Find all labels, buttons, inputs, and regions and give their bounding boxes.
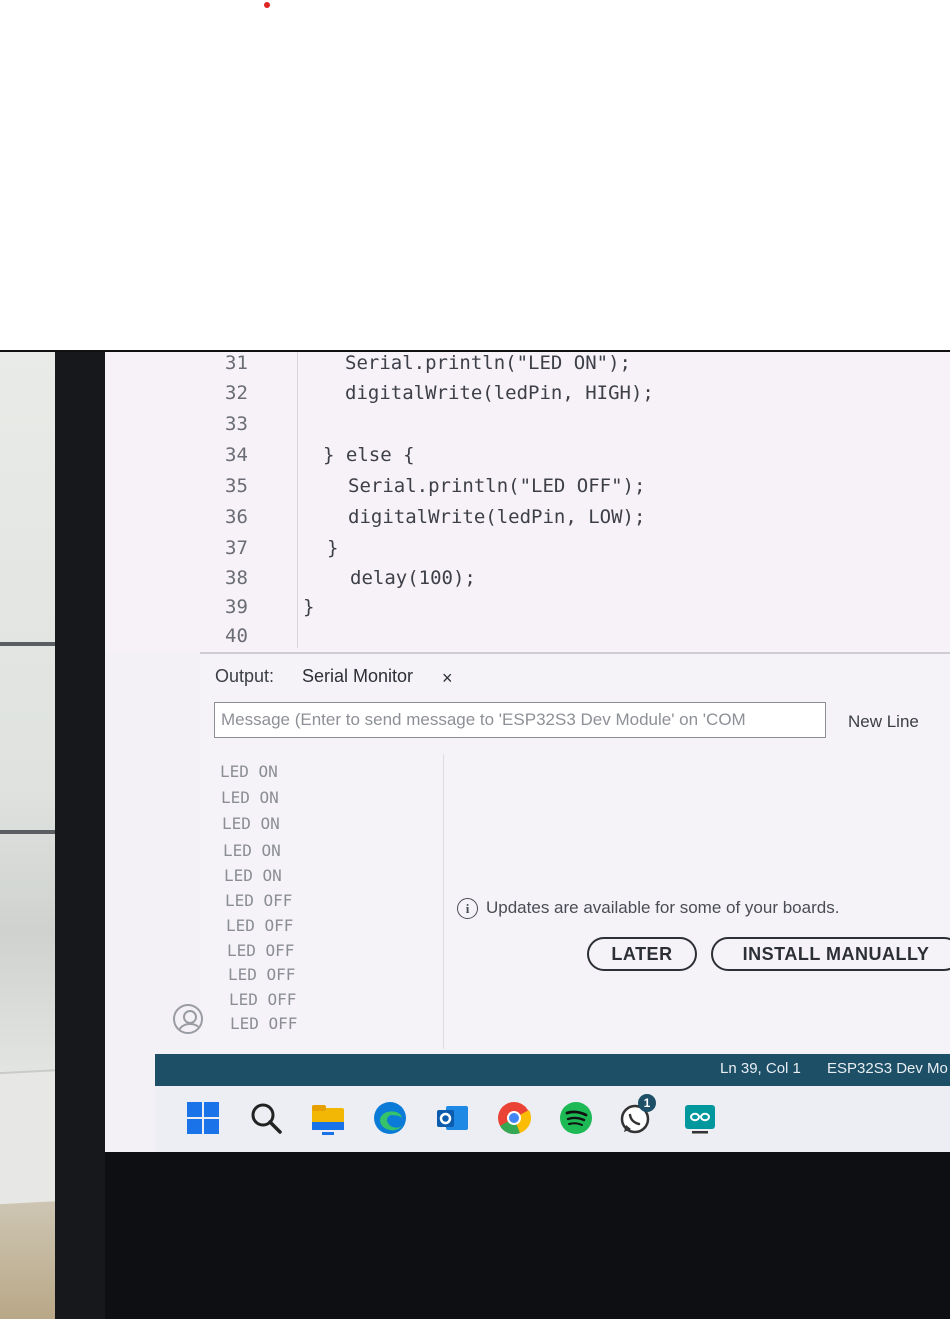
serial-output-line: LED ON	[223, 841, 281, 860]
line-number: 36	[225, 506, 248, 528]
update-notification: i Updates are available for some of your …	[457, 898, 840, 920]
whatsapp-taskbar-item[interactable]: 1	[618, 1094, 658, 1140]
code-line: 38 delay(100);	[105, 567, 950, 597]
windows-start-icon[interactable]	[185, 1100, 221, 1136]
code-line: 32 digitalWrite(ledPin, HIGH);	[105, 382, 950, 412]
spotify-icon[interactable]	[558, 1100, 594, 1136]
arduino-ide-window: 31 Serial.println("LED ON"); 32 digitalW…	[105, 352, 950, 1152]
code-text: }	[327, 537, 339, 559]
desk-edge	[0, 830, 60, 834]
line-number: 40	[225, 625, 248, 647]
code-line: 36 digitalWrite(ledPin, LOW);	[105, 506, 950, 536]
code-line: 40	[105, 625, 950, 655]
cursor-position[interactable]: Ln 39, Col 1	[720, 1060, 801, 1077]
tab-serial-monitor[interactable]: Serial Monitor	[302, 666, 413, 687]
line-number: 32	[225, 382, 248, 404]
status-bar: Ln 39, Col 1 ESP32S3 Dev Mo	[155, 1054, 950, 1086]
code-text: delay(100);	[350, 567, 476, 589]
code-text: Serial.println("LED OFF");	[348, 475, 646, 497]
output-divider	[443, 754, 444, 1049]
line-number: 33	[225, 413, 248, 435]
code-editor[interactable]: 31 Serial.println("LED ON"); 32 digitalW…	[105, 352, 950, 652]
code-line: 31 Serial.println("LED ON");	[105, 352, 950, 382]
code-text: digitalWrite(ledPin, HIGH);	[345, 382, 654, 404]
code-line: 39 }	[105, 596, 950, 626]
code-line: 35 Serial.println("LED OFF");	[105, 475, 950, 505]
line-number: 37	[225, 537, 248, 559]
tab-output[interactable]: Output:	[215, 666, 274, 687]
line-ending-select[interactable]: New Line	[848, 712, 919, 732]
serial-output-line: LED OFF	[227, 941, 295, 960]
later-button[interactable]: LATER	[587, 937, 697, 971]
install-manually-button[interactable]: INSTALL MANUALLY	[711, 937, 950, 971]
info-icon: i	[457, 898, 478, 920]
code-line: 34 } else {	[105, 444, 950, 474]
notification-message: Updates are available for some of your b…	[486, 898, 840, 917]
line-number: 31	[225, 352, 248, 374]
serial-output-line: LED ON	[222, 814, 280, 833]
desk-edge	[0, 642, 60, 646]
bottom-panel: Output: Serial Monitor × New Line LED ON…	[200, 654, 950, 1052]
serial-output-line: LED OFF	[229, 990, 297, 1009]
line-number: 39	[225, 596, 248, 618]
search-icon[interactable]	[248, 1100, 284, 1136]
account-icon[interactable]	[173, 1004, 203, 1034]
chrome-icon[interactable]	[496, 1100, 532, 1136]
code-text: }	[303, 596, 315, 618]
file-explorer-icon[interactable]	[310, 1100, 346, 1136]
serial-message-input[interactable]	[214, 702, 826, 738]
notification-badge: 1	[638, 1094, 656, 1112]
code-text: } else {	[323, 444, 415, 466]
code-text: Serial.println("LED ON");	[345, 352, 631, 374]
serial-output-line: LED OFF	[228, 965, 296, 984]
laptop-bezel-bottom	[105, 1152, 950, 1319]
serial-output-line: LED ON	[221, 788, 279, 807]
close-icon[interactable]: ×	[442, 668, 453, 689]
code-line: 33	[105, 413, 950, 443]
line-number: 34	[225, 444, 248, 466]
line-number: 35	[225, 475, 248, 497]
windows-taskbar: 1	[155, 1086, 950, 1152]
arduino-ide-icon[interactable]	[682, 1100, 718, 1136]
photo-of-laptop-screen: 31 Serial.println("LED ON"); 32 digitalW…	[0, 350, 950, 1319]
serial-output-line: LED ON	[224, 866, 282, 885]
record-indicator-dot	[264, 2, 270, 8]
serial-output-line: LED OFF	[230, 1014, 298, 1033]
outlook-icon[interactable]	[434, 1100, 470, 1136]
line-number: 38	[225, 567, 248, 589]
code-line: 37 }	[105, 537, 950, 567]
serial-output-line: LED OFF	[226, 916, 294, 935]
serial-output-line: LED OFF	[225, 891, 293, 910]
serial-output-line: LED ON	[220, 762, 278, 781]
board-selector[interactable]: ESP32S3 Dev Mo	[827, 1060, 948, 1077]
code-text: digitalWrite(ledPin, LOW);	[348, 506, 646, 528]
edge-icon[interactable]	[372, 1100, 408, 1136]
blank-top-area	[0, 0, 950, 350]
